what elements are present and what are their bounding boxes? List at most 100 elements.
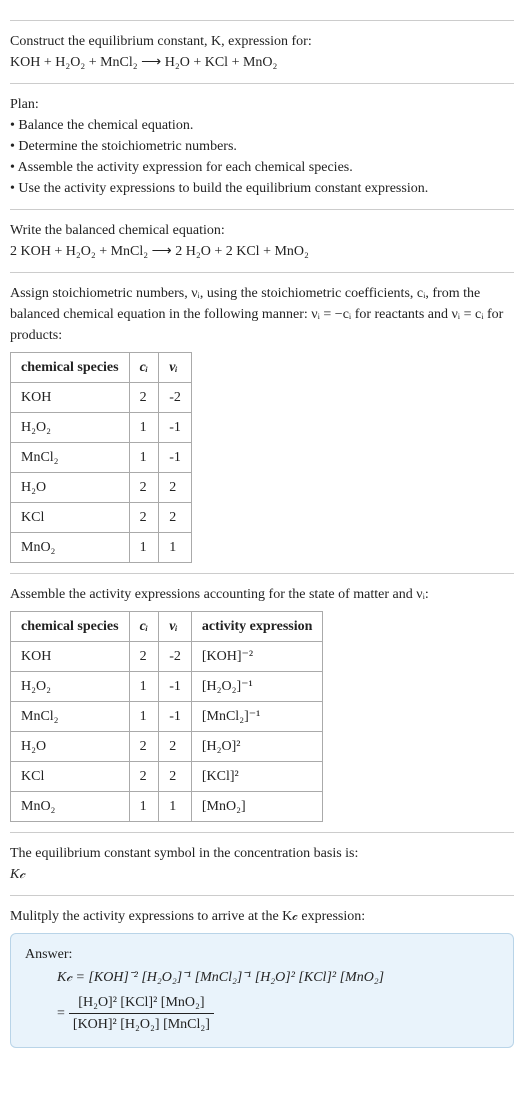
cell-species: KCl bbox=[11, 503, 130, 533]
col-species: chemical species bbox=[11, 353, 130, 383]
cell-c: 2 bbox=[129, 383, 159, 413]
plan-bullet: • Balance the chemical equation. bbox=[10, 115, 514, 136]
fraction-numerator: [H₂O]² [KCl]² [MnO₂] bbox=[69, 992, 214, 1014]
cell-species: H₂O₂ bbox=[11, 413, 130, 443]
table-row: MnO₂11[MnO₂] bbox=[11, 792, 323, 822]
cell-v: 2 bbox=[159, 762, 192, 792]
table-row: H₂O22 bbox=[11, 473, 192, 503]
cell-expr: [MnO₂] bbox=[191, 792, 323, 822]
col-species: chemical species bbox=[11, 612, 130, 642]
plan-section: Plan: • Balance the chemical equation. •… bbox=[10, 83, 514, 199]
equals-sign: = bbox=[57, 1003, 65, 1024]
plan-bullet: • Determine the stoichiometric numbers. bbox=[10, 136, 514, 157]
plan-bullet-text: Balance the chemical equation. bbox=[18, 118, 193, 133]
answer-product-line: K𝒸 = [KOH]⁻² [H₂O₂]⁻¹ [MnCl₂]⁻¹ [H₂O]² [… bbox=[57, 965, 499, 990]
answer-fraction: [H₂O]² [KCl]² [MnO₂] [KOH]² [H₂O₂] [MnCl… bbox=[69, 992, 214, 1035]
stoich-intro: Assign stoichiometric numbers, νᵢ, using… bbox=[10, 283, 514, 346]
table-row: KOH2-2[KOH]⁻² bbox=[11, 642, 323, 672]
plan-bullet: • Use the activity expressions to build … bbox=[10, 178, 514, 199]
cell-c: 2 bbox=[129, 503, 159, 533]
cell-c: 1 bbox=[129, 672, 159, 702]
answer-box: Answer: K𝒸 = [KOH]⁻² [H₂O₂]⁻¹ [MnCl₂]⁻¹ … bbox=[10, 933, 514, 1048]
table-header-row: chemical species cᵢ νᵢ activity expressi… bbox=[11, 612, 323, 642]
cell-c: 1 bbox=[129, 413, 159, 443]
plan-bullet-text: Use the activity expressions to build th… bbox=[18, 181, 428, 196]
col-expr: activity expression bbox=[191, 612, 323, 642]
cell-v: -2 bbox=[159, 383, 192, 413]
multiply-section: Mulitply the activity expressions to arr… bbox=[10, 895, 514, 1048]
cell-v: 2 bbox=[159, 732, 192, 762]
cell-c: 2 bbox=[129, 732, 159, 762]
col-c: cᵢ bbox=[129, 353, 159, 383]
cell-v: -1 bbox=[159, 702, 192, 732]
plan-bullet-text: Assemble the activity expression for eac… bbox=[18, 160, 353, 175]
cell-v: 1 bbox=[159, 533, 192, 563]
intro-section: Construct the equilibrium constant, K, e… bbox=[10, 20, 514, 73]
cell-c: 2 bbox=[129, 642, 159, 672]
cell-species: KCl bbox=[11, 762, 130, 792]
cell-expr: [H₂O₂]⁻¹ bbox=[191, 672, 323, 702]
table-row: H₂O₂1-1 bbox=[11, 413, 192, 443]
cell-expr: [KOH]⁻² bbox=[191, 642, 323, 672]
table-row: H₂O₂1-1[H₂O₂]⁻¹ bbox=[11, 672, 323, 702]
cell-species: MnO₂ bbox=[11, 792, 130, 822]
cell-species: MnCl₂ bbox=[11, 702, 130, 732]
cell-species: H₂O₂ bbox=[11, 672, 130, 702]
stoich-table: chemical species cᵢ νᵢ KOH2-2 H₂O₂1-1 Mn… bbox=[10, 352, 192, 563]
cell-expr: [H₂O]² bbox=[191, 732, 323, 762]
cell-species: MnCl₂ bbox=[11, 443, 130, 473]
activity-section: Assemble the activity expressions accoun… bbox=[10, 573, 514, 822]
answer-product: K𝒸 = [KOH]⁻² [H₂O₂]⁻¹ [MnCl₂]⁻¹ [H₂O]² [… bbox=[57, 967, 384, 988]
col-v: νᵢ bbox=[159, 612, 192, 642]
cell-expr: [MnCl₂]⁻¹ bbox=[191, 702, 323, 732]
cell-v: -1 bbox=[159, 443, 192, 473]
stoich-section: Assign stoichiometric numbers, νᵢ, using… bbox=[10, 272, 514, 563]
symbol-section: The equilibrium constant symbol in the c… bbox=[10, 832, 514, 885]
table-row: H₂O22[H₂O]² bbox=[11, 732, 323, 762]
cell-species: MnO₂ bbox=[11, 533, 130, 563]
answer-body: K𝒸 = [KOH]⁻² [H₂O₂]⁻¹ [MnCl₂]⁻¹ [H₂O]² [… bbox=[25, 965, 499, 1037]
symbol-kc: K𝒸 bbox=[10, 864, 514, 885]
cell-expr: [KCl]² bbox=[191, 762, 323, 792]
table-row: MnCl₂1-1 bbox=[11, 443, 192, 473]
cell-v: -2 bbox=[159, 642, 192, 672]
balanced-title: Write the balanced chemical equation: bbox=[10, 220, 514, 241]
cell-c: 2 bbox=[129, 473, 159, 503]
table-row: MnCl₂1-1[MnCl₂]⁻¹ bbox=[11, 702, 323, 732]
cell-species: KOH bbox=[11, 383, 130, 413]
table-row: KCl22[KCl]² bbox=[11, 762, 323, 792]
balanced-section: Write the balanced chemical equation: 2 … bbox=[10, 209, 514, 262]
cell-c: 1 bbox=[129, 702, 159, 732]
intro-line: Construct the equilibrium constant, K, e… bbox=[10, 31, 514, 52]
balanced-equation: 2 KOH + H₂O₂ + MnCl₂ ⟶ 2 H₂O + 2 KCl + M… bbox=[10, 241, 514, 262]
symbol-line1: The equilibrium constant symbol in the c… bbox=[10, 843, 514, 864]
cell-v: -1 bbox=[159, 413, 192, 443]
table-row: KOH2-2 bbox=[11, 383, 192, 413]
cell-v: 2 bbox=[159, 503, 192, 533]
cell-species: H₂O bbox=[11, 732, 130, 762]
cell-v: 2 bbox=[159, 473, 192, 503]
plan-bullet-text: Determine the stoichiometric numbers. bbox=[18, 139, 237, 154]
cell-v: -1 bbox=[159, 672, 192, 702]
multiply-intro: Mulitply the activity expressions to arr… bbox=[10, 906, 514, 927]
table-row: MnO₂11 bbox=[11, 533, 192, 563]
unbalanced-reaction: KOH + H₂O₂ + MnCl₂ ⟶ H₂O + KCl + MnO₂ bbox=[10, 52, 514, 73]
cell-c: 1 bbox=[129, 533, 159, 563]
fraction-denominator: [KOH]² [H₂O₂] [MnCl₂] bbox=[69, 1014, 214, 1035]
cell-c: 2 bbox=[129, 762, 159, 792]
col-c: cᵢ bbox=[129, 612, 159, 642]
intro-text: Construct the equilibrium constant, K, e… bbox=[10, 34, 312, 49]
cell-species: H₂O bbox=[11, 473, 130, 503]
answer-title: Answer: bbox=[25, 944, 499, 965]
activity-table: chemical species cᵢ νᵢ activity expressi… bbox=[10, 611, 323, 822]
table-row: KCl22 bbox=[11, 503, 192, 533]
plan-bullet: • Assemble the activity expression for e… bbox=[10, 157, 514, 178]
plan-title: Plan: bbox=[10, 94, 514, 115]
activity-intro: Assemble the activity expressions accoun… bbox=[10, 584, 514, 605]
cell-species: KOH bbox=[11, 642, 130, 672]
cell-c: 1 bbox=[129, 792, 159, 822]
cell-c: 1 bbox=[129, 443, 159, 473]
table-header-row: chemical species cᵢ νᵢ bbox=[11, 353, 192, 383]
col-v: νᵢ bbox=[159, 353, 192, 383]
answer-fraction-line: = [H₂O]² [KCl]² [MnO₂] [KOH]² [H₂O₂] [Mn… bbox=[57, 990, 499, 1037]
